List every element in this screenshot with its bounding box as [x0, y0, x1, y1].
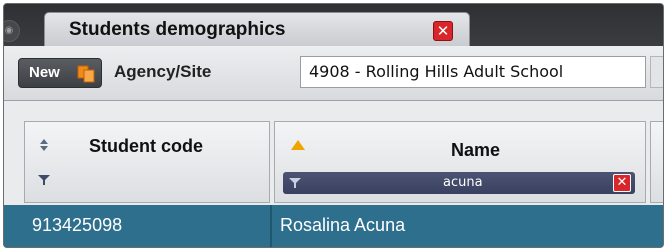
title-bar: ◉ Students demographics ✕: [4, 4, 663, 46]
student-code-header-label: Student code: [89, 136, 204, 156]
filter-icon[interactable]: [38, 174, 50, 186]
tab-close-button[interactable]: ✕: [433, 21, 453, 41]
student-name-cell: Rosalina Acuna: [280, 215, 406, 235]
window-frame: ◉ Students demographics ✕ New Agency/Sit…: [3, 3, 664, 248]
name-filter-value: acuna: [443, 175, 483, 190]
student-code-cell: 913425098: [32, 215, 123, 235]
tab-title: Students demographics: [69, 19, 286, 40]
agency-dropdown-button[interactable]: [650, 56, 663, 88]
copy-icon: [77, 65, 95, 83]
sort-ascending-icon[interactable]: [291, 140, 305, 150]
new-button-label: New: [29, 64, 60, 81]
toolbar: New Agency/Site 4908 - Rolling Hills Adu…: [4, 46, 663, 101]
tab-students-demographics[interactable]: Students demographics ✕: [44, 12, 470, 46]
name-header-label: Name: [451, 140, 501, 160]
agency-site-label: Agency/Site: [114, 62, 212, 81]
grid-header: Student code Name acuna ✕: [4, 101, 663, 205]
sort-both-icon[interactable]: [39, 138, 49, 152]
window-control-icon[interactable]: ◉: [4, 20, 20, 42]
name-filter-input[interactable]: acuna ✕: [283, 172, 635, 194]
new-button[interactable]: New: [18, 58, 102, 88]
filter-icon: [289, 178, 301, 188]
column-header-student-code[interactable]: Student code: [24, 121, 270, 203]
column-header-name[interactable]: Name acuna ✕: [274, 121, 646, 203]
column-divider: [270, 205, 272, 247]
column-header-next[interactable]: [650, 121, 663, 203]
table-row[interactable]: 913425098 Rosalina Acuna: [4, 205, 663, 247]
agency-site-select[interactable]: 4908 - Rolling Hills Adult School: [300, 56, 646, 88]
clear-filter-button[interactable]: ✕: [613, 174, 631, 192]
